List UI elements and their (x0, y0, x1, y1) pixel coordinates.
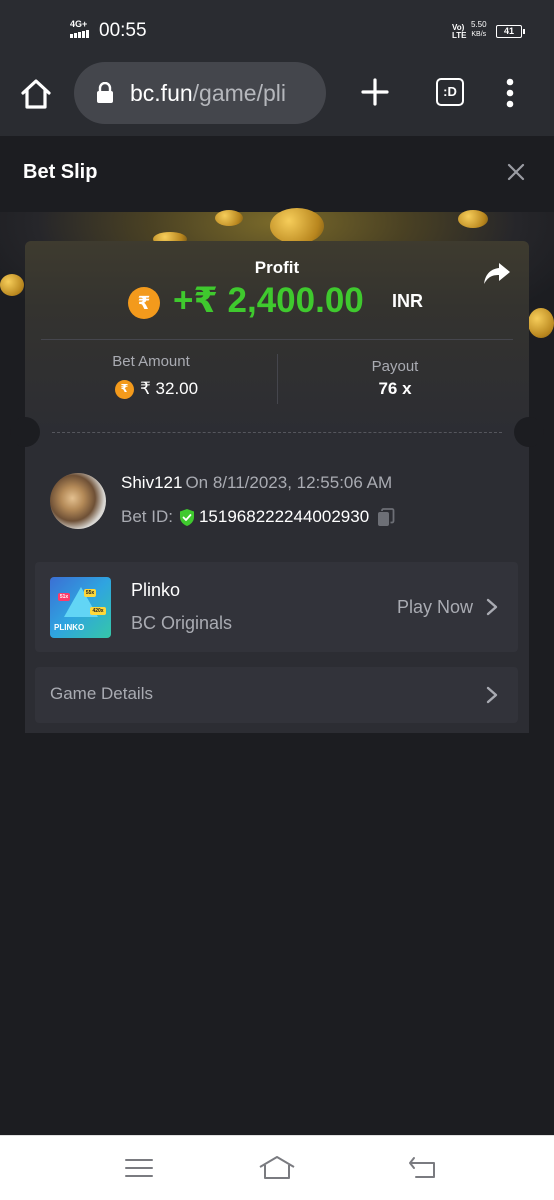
speed-unit: KB/s (471, 31, 487, 38)
battery-icon: 41 (496, 25, 525, 38)
browser-toolbar: bc.fun/game/pli :D (0, 60, 554, 136)
bet-user-line: Shiv121 On 8/11/2023, 12:55:06 AM (121, 473, 392, 493)
multiplier-chip: 55x (84, 589, 96, 597)
coin-decoration (215, 210, 243, 226)
bet-slip-header: Bet Slip (0, 136, 554, 212)
page-title: Bet Slip (23, 161, 98, 183)
url-text: bc.fun/game/pli (130, 80, 286, 107)
tabs-button[interactable]: :D (436, 78, 464, 106)
bet-id-line: Bet ID: 151968222244002930 (121, 507, 395, 527)
address-bar[interactable]: bc.fun/game/pli (74, 62, 326, 124)
chevron-right-icon (486, 598, 498, 616)
clock: 00:55 (99, 20, 147, 41)
url-path: /game/pli (192, 80, 286, 106)
bet-id-label: Bet ID: (121, 507, 173, 526)
network-speed: 5.50 KB/s (471, 20, 487, 40)
ticket-notch (514, 417, 544, 447)
rupee-coin-icon: ₹ (115, 380, 134, 399)
dashed-divider (52, 432, 502, 433)
game-details-label: Game Details (50, 684, 153, 703)
menu-icon[interactable] (124, 1155, 154, 1181)
back-icon[interactable] (408, 1155, 438, 1181)
lock-icon (97, 82, 113, 103)
coin-decoration (0, 274, 24, 296)
username[interactable]: Shiv121 (121, 473, 182, 492)
rupee-coin-icon: ₹ (128, 287, 160, 319)
play-now-button[interactable]: Play Now (397, 597, 473, 618)
home-icon[interactable] (258, 1155, 296, 1181)
bet-amount-label: Bet Amount (112, 353, 190, 370)
plus-icon[interactable] (360, 77, 390, 107)
bet-slip-card: Profit ₹ +₹ 2,400.00 INR Bet Amount ₹ ₹ … (10, 241, 544, 733)
profit-section: Profit ₹ +₹ 2,400.00 INR Bet Amount ₹ ₹ … (25, 241, 529, 433)
game-name: Plinko (131, 580, 181, 600)
url-domain: bc.fun (130, 80, 193, 106)
game-logo-text: PLINKO (54, 623, 85, 632)
status-bar: 4G+ 00:55 Vo) LTE 5.50 KB/s 41 (0, 0, 554, 60)
game-details-row[interactable]: Game Details (35, 667, 518, 723)
home-icon[interactable] (18, 76, 54, 112)
plinko-thumbnail: 51x 55x 420x PLINKO (50, 577, 111, 638)
avatar[interactable] (50, 473, 106, 529)
ticket-notch (10, 417, 40, 447)
multiplier-chip: 51x (58, 593, 70, 601)
verified-shield-icon (179, 508, 194, 526)
chevron-right-icon (486, 686, 498, 704)
system-nav-bar (0, 1135, 554, 1200)
speed-value: 5.50 (471, 20, 487, 29)
game-provider: BC Originals (131, 613, 233, 633)
multiplier-chip: 420x (90, 607, 106, 615)
copy-icon[interactable] (377, 507, 395, 527)
profit-label: Profit (254, 258, 300, 277)
profit-currency: INR (392, 291, 423, 311)
more-vertical-icon[interactable] (500, 78, 520, 108)
payout-value: 76 x (378, 379, 412, 398)
coin-decoration (458, 210, 488, 228)
network-type: 4G+ (70, 19, 88, 29)
coin-decoration (270, 208, 324, 244)
bet-date: On 8/11/2023, 12:55:06 AM (185, 473, 393, 492)
game-row[interactable]: 51x 55x 420x PLINKO Plinko BC Originals … (35, 562, 518, 652)
bet-amount-value: ₹ 32.00 (140, 379, 199, 398)
payout-label: Payout (371, 358, 419, 375)
profit-row: ₹ +₹ 2,400.00 INR (25, 281, 529, 325)
divider (41, 339, 513, 340)
bet-id-value: 151968222244002930 (198, 507, 370, 526)
coin-decoration (528, 308, 554, 338)
close-icon[interactable] (506, 162, 526, 182)
profit-amount: +₹ 2,400.00 (173, 281, 364, 320)
volte-indicator: Vo) LTE (452, 23, 467, 40)
signal-icon (70, 30, 89, 38)
